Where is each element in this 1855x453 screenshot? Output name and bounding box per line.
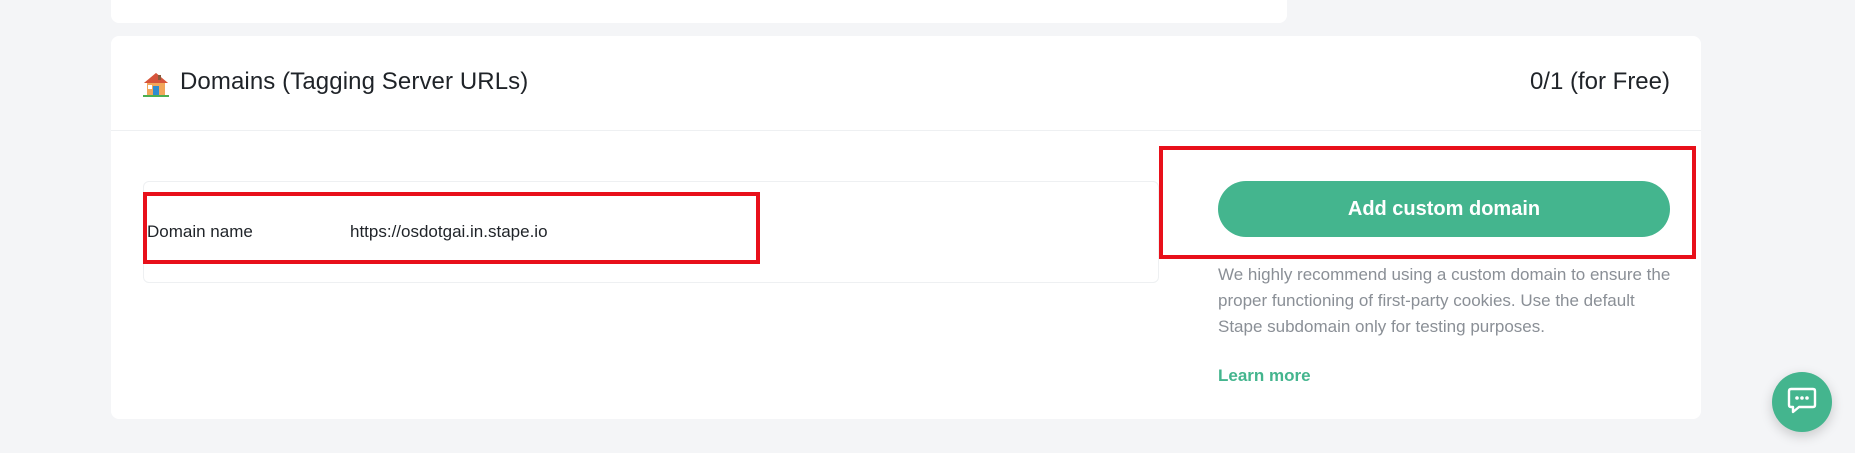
domain-list — [143, 181, 1159, 283]
learn-more-link[interactable]: Learn more — [1218, 366, 1311, 386]
add-custom-domain-button[interactable]: Add custom domain — [1218, 181, 1670, 237]
house-icon — [143, 71, 169, 97]
chat-widget-button[interactable] — [1772, 372, 1832, 432]
chat-bubble-icon — [1787, 386, 1817, 419]
custom-domain-helper-text: We highly recommend using a custom domai… — [1218, 265, 1671, 336]
previous-card — [111, 0, 1287, 23]
domains-card-header: Domains (Tagging Server URLs) 0/1 (for F… — [111, 36, 1701, 131]
domain-name-value: https://osdotgai.in.stape.io — [350, 222, 548, 241]
section-title: Domains (Tagging Server URLs) — [180, 68, 529, 95]
domain-name-label: Domain name — [147, 222, 253, 241]
plan-usage-counter: 0/1 (for Free) — [1529, 68, 1670, 95]
